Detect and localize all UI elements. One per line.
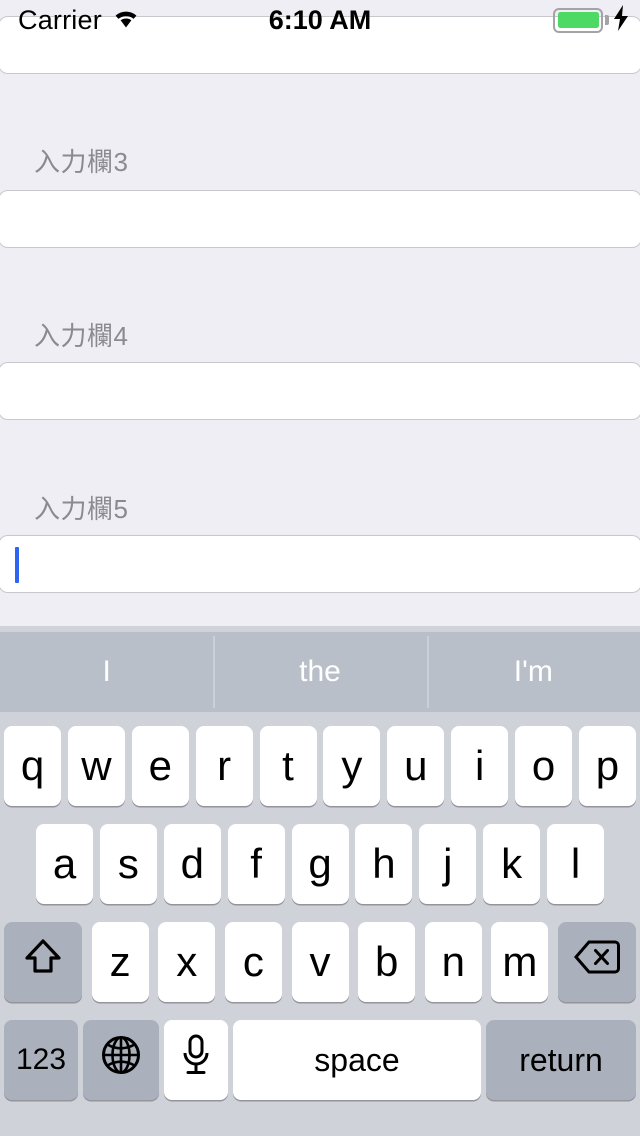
prediction-candidate-1[interactable]: the [213, 632, 426, 712]
key-h[interactable]: h [355, 824, 413, 904]
key-j[interactable]: j [419, 824, 477, 904]
key-m[interactable]: m [491, 922, 549, 1002]
field-label-3: 入力欄3 [34, 147, 129, 177]
space-key[interactable]: space [233, 1020, 481, 1100]
key-g[interactable]: g [291, 824, 349, 904]
keyboard-row-4: 123 space return [0, 1016, 640, 1104]
form-scroll-area: 入力欄3 入力欄4 入力欄5 [0, 0, 640, 626]
key-o[interactable]: o [515, 726, 572, 806]
keyboard-row-1: q w e r t y u i o p [0, 722, 640, 810]
key-c[interactable]: c [224, 922, 282, 1002]
keyboard-row-3: z x c v b n m [0, 918, 640, 1006]
key-n[interactable]: n [424, 922, 482, 1002]
predictive-text-bar: I the I'm [0, 632, 640, 712]
globe-key[interactable] [83, 1020, 159, 1100]
key-z[interactable]: z [91, 922, 149, 1002]
key-w[interactable]: w [67, 726, 125, 806]
key-b[interactable]: b [358, 922, 416, 1002]
text-caret [15, 547, 19, 583]
dictation-key[interactable] [164, 1020, 228, 1100]
key-k[interactable]: k [483, 824, 541, 904]
field-label-4: 入力欄4 [34, 321, 129, 351]
text-field-5[interactable] [0, 535, 640, 593]
keyboard-row-2: a s d f g h j k l [0, 820, 640, 908]
globe-icon [98, 1032, 144, 1088]
microphone-icon [179, 1032, 213, 1088]
text-field-4[interactable] [0, 362, 640, 420]
numeric-mode-key[interactable]: 123 [4, 1020, 78, 1100]
key-p[interactable]: p [578, 726, 636, 806]
key-v[interactable]: v [291, 922, 349, 1002]
key-x[interactable]: x [158, 922, 216, 1002]
key-d[interactable]: d [163, 824, 221, 904]
key-f[interactable]: f [227, 824, 285, 904]
text-field-partial-top[interactable] [0, 16, 640, 74]
prediction-candidate-0[interactable]: I [0, 632, 213, 712]
text-field-3[interactable] [0, 190, 640, 248]
prediction-candidate-2[interactable]: I'm [426, 632, 640, 712]
field-label-5: 入力欄5 [34, 494, 129, 524]
shift-icon [22, 936, 64, 988]
key-r[interactable]: r [195, 726, 253, 806]
key-a[interactable]: a [36, 824, 93, 904]
delete-icon [573, 938, 621, 986]
key-t[interactable]: t [259, 726, 317, 806]
key-y[interactable]: y [323, 726, 381, 806]
key-s[interactable]: s [99, 824, 157, 904]
shift-key[interactable] [4, 922, 82, 1002]
return-key[interactable]: return [486, 1020, 636, 1100]
key-u[interactable]: u [387, 726, 445, 806]
software-keyboard: I the I'm q w e r t y u i o p a s d f g … [0, 626, 640, 1136]
key-q[interactable]: q [4, 726, 61, 806]
key-i[interactable]: i [451, 726, 509, 806]
key-e[interactable]: e [131, 726, 189, 806]
key-l[interactable]: l [547, 824, 604, 904]
delete-key[interactable] [558, 922, 636, 1002]
